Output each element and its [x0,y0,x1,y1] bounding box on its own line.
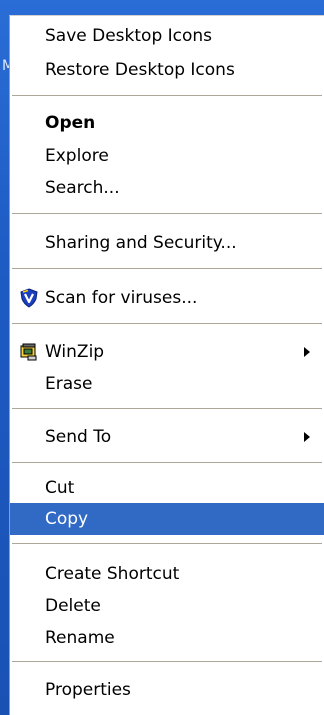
menu-separator [12,462,322,463]
menu-item-erase[interactable]: Erase [10,368,324,400]
winzip-icon [20,343,37,361]
submenu-arrow-icon [304,432,310,442]
menu-item-label: Rename [45,628,115,648]
menu-item-label: Erase [45,374,93,394]
menu-item-delete[interactable]: Delete [10,590,324,622]
menu-item-label: Send To [45,427,112,447]
menu-item-send-to[interactable]: Send To [10,421,324,453]
menu-item-sharing-and-security[interactable]: Sharing and Security... [10,227,324,259]
menu-item-label: WinZip [45,342,105,362]
menu-item-label: Save Desktop Icons [45,26,213,46]
menu-item-label: Cut [45,478,75,498]
menu-item-label: Scan for viruses... [45,288,198,308]
menu-item-label: Sharing and Security... [45,233,237,253]
menu-item-label: Copy [45,509,89,529]
context-menu: Save Desktop Icons Restore Desktop Icons… [9,15,324,715]
menu-item-copy[interactable]: Copy [10,503,324,535]
menu-item-label: Open [45,113,96,133]
menu-separator [12,95,322,96]
menu-item-label: Search... [45,178,120,198]
menu-separator [12,408,322,409]
menu-separator [12,268,322,269]
menu-separator [12,323,322,324]
menu-item-explore[interactable]: Explore [10,140,324,172]
menu-separator [12,213,322,214]
menu-item-open[interactable]: Open [10,107,324,139]
menu-item-label: Create Shortcut [45,564,180,584]
menu-item-rename[interactable]: Rename [10,622,324,654]
menu-item-search[interactable]: Search... [10,172,324,204]
antivirus-shield-icon [20,288,38,308]
menu-item-cut[interactable]: Cut [10,472,324,504]
menu-item-winzip[interactable]: WinZip [10,336,324,368]
submenu-arrow-icon [304,347,310,357]
menu-item-label: Properties [45,680,131,700]
menu-separator [12,661,322,662]
menu-item-restore-desktop-icons[interactable]: Restore Desktop Icons [10,54,324,86]
menu-item-label: Explore [45,146,109,166]
menu-item-save-desktop-icons[interactable]: Save Desktop Icons [10,20,324,52]
menu-item-create-shortcut[interactable]: Create Shortcut [10,558,324,590]
menu-separator [12,543,322,544]
menu-item-scan-for-viruses[interactable]: Scan for viruses... [10,282,324,314]
menu-item-properties[interactable]: Properties [10,674,324,706]
menu-item-label: Delete [45,596,101,616]
menu-item-label: Restore Desktop Icons [45,60,235,80]
